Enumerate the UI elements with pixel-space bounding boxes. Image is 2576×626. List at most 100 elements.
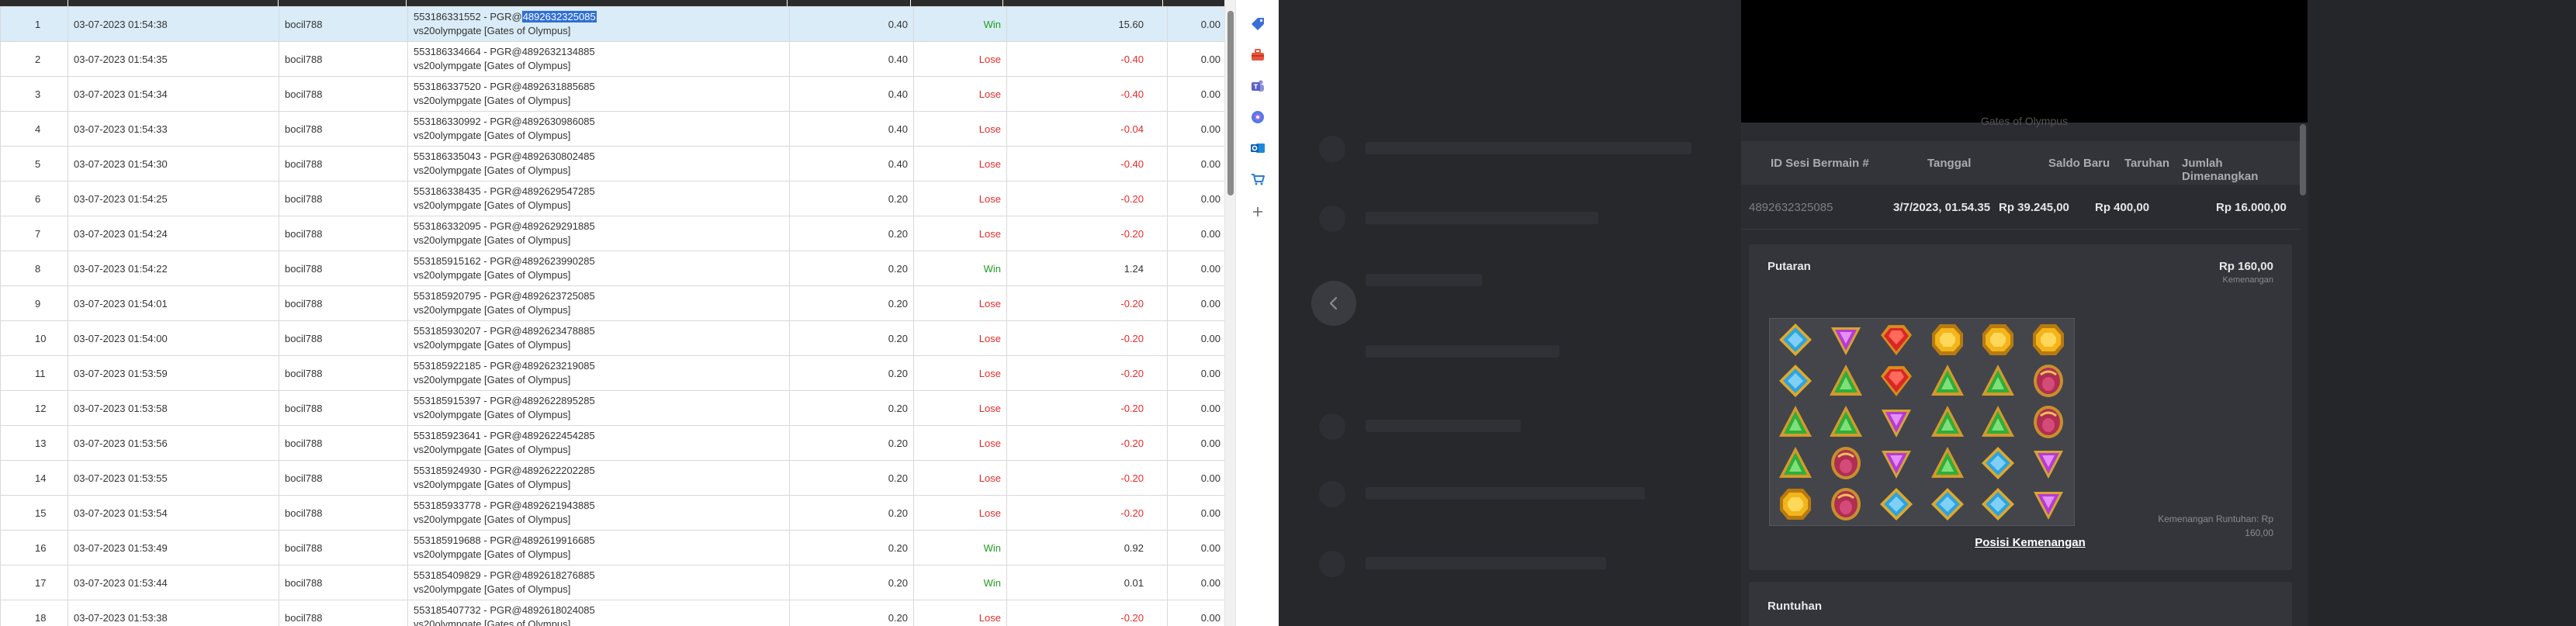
green-gem-icon	[1770, 401, 1820, 442]
row-round-id[interactable]: 4892618276885	[522, 569, 595, 581]
row-round-id[interactable]: 4892630986085	[522, 116, 595, 127]
row-ticket: 553186338435 - PGR@	[414, 185, 522, 197]
row-date: 03-07-2023 01:54:22	[68, 251, 279, 286]
cart-icon[interactable]	[1249, 171, 1266, 188]
background-text	[1366, 212, 1598, 224]
row-description[interactable]: 553185920795 - PGR@4892623725085 vs20olym…	[407, 285, 790, 321]
row-username: bocil788	[279, 216, 408, 251]
session-row[interactable]: 4892632325085 3/7/2023, 01.54.35 Rp 39.2…	[1741, 185, 2300, 230]
row-game: vs20olympgate [Gates of Olympus]	[414, 444, 571, 455]
row-description[interactable]: 553185924930 - PGR@4892622202285 vs20olym…	[407, 460, 790, 496]
row-round-id[interactable]: 4892623990285	[522, 255, 595, 267]
table-row[interactable]: 9 03-07-2023 01:54:01 bocil788 553185920795…	[0, 285, 1227, 321]
row-round-id[interactable]: 4892632134885	[522, 46, 595, 57]
purple-gem-icon	[2024, 484, 2074, 525]
row-description[interactable]: 553185409829 - PGR@4892618276885 vs20olym…	[407, 565, 790, 600]
row-description[interactable]: 553186335043 - PGR@4892630802485 vs20olym…	[407, 146, 790, 182]
row-date: 03-07-2023 01:54:38	[68, 6, 279, 42]
row-description[interactable]: 553185915162 - PGR@4892623990285 vs20olym…	[407, 251, 790, 286]
table-row[interactable]: 3 03-07-2023 01:54:34 bocil788 553186337520…	[0, 76, 1227, 112]
row-round-id[interactable]: 4892621943885	[522, 500, 595, 511]
spin-amount: Rp 160,00	[2218, 260, 2273, 273]
svg-text:T: T	[1254, 84, 1259, 91]
row-winloss: 1.24	[1006, 251, 1168, 286]
row-description[interactable]: 553185933778 - PGR@4892621943885 vs20olym…	[407, 495, 790, 531]
table-row[interactable]: 18 03-07-2023 01:53:38 bocil788 55318540773…	[0, 600, 1227, 626]
row-round-id[interactable]: 4892630802485	[522, 150, 595, 162]
row-round-id[interactable]: 4892622895285	[522, 395, 595, 406]
column-bet: Taruhan	[2124, 157, 2170, 170]
table-row[interactable]: 5 03-07-2023 01:54:30 bocil788 553186335043…	[0, 146, 1227, 182]
row-round-id[interactable]: 4892619916685	[522, 534, 595, 546]
row-description[interactable]: 553185915397 - PGR@4892622895285 vs20olym…	[407, 390, 790, 426]
background-text	[1366, 420, 1521, 432]
row-round-id[interactable]: 4892622202285	[522, 465, 595, 476]
row-round-id[interactable]: 4892629547285	[522, 185, 595, 197]
table-row[interactable]: 17 03-07-2023 01:53:44 bocil788 55318540982…	[0, 565, 1227, 600]
row-description[interactable]: 553186332095 - PGR@4892629291885 vs20olym…	[407, 216, 790, 251]
table-row[interactable]: 13 03-07-2023 01:53:56 bocil788 55318592364…	[0, 425, 1227, 461]
table-row[interactable]: 15 03-07-2023 01:53:54 bocil788 55318593377…	[0, 495, 1227, 531]
row-description[interactable]: 553186338435 - PGR@4892629547285 vs20olym…	[407, 181, 790, 216]
row-description[interactable]: 553185919688 - PGR@4892619916685 vs20olym…	[407, 530, 790, 565]
row-description[interactable]: 553186337520 - PGR@4892631885685 vs20olym…	[407, 76, 790, 112]
copilot-icon[interactable]	[1249, 109, 1266, 126]
teams-icon[interactable]: T	[1249, 78, 1266, 95]
row-jackpot: 0.00	[1167, 600, 1227, 626]
chalice-icon	[2024, 360, 2074, 401]
plus-icon[interactable]	[1249, 203, 1266, 220]
row-round-id[interactable]: 4892623219085	[522, 360, 595, 372]
history-scrollbar-thumb[interactable]	[2300, 124, 2306, 195]
row-round-id[interactable]: 4892623478885	[522, 325, 595, 337]
purple-gem-icon	[1871, 443, 1922, 484]
blue-gem-icon	[1972, 484, 2023, 525]
table-row[interactable]: 2 03-07-2023 01:54:35 bocil788 553186334664…	[0, 41, 1227, 77]
row-description[interactable]: 553186330992 - PGR@4892630986085 vs20olym…	[407, 111, 790, 147]
row-game: vs20olympgate [Gates of Olympus]	[414, 164, 571, 176]
blue-gem-icon	[1922, 484, 1972, 525]
row-bet: 0.20	[789, 495, 914, 531]
row-round-id[interactable]: 4892632325085	[521, 11, 597, 22]
row-description[interactable]: 553186334664 - PGR@4892632134885 vs20olym…	[407, 41, 790, 77]
row-bet: 0.20	[789, 251, 914, 286]
previous-button[interactable]	[1311, 281, 1356, 326]
row-round-id[interactable]: 4892622454285	[522, 430, 595, 441]
row-description[interactable]: 553185922185 - PGR@4892623219085 vs20olym…	[407, 355, 790, 391]
row-round-id[interactable]: 4892623725085	[522, 290, 595, 302]
table-row[interactable]: 6 03-07-2023 01:54:25 bocil788 553186338435…	[0, 181, 1227, 216]
table-row[interactable]: 14 03-07-2023 01:53:55 bocil788 55318592493…	[0, 460, 1227, 496]
row-round-id[interactable]: 4892629291885	[522, 220, 595, 232]
table-row[interactable]: 1 03-07-2023 01:54:38 bocil788 553186331552…	[0, 6, 1227, 42]
grid-scrollbar[interactable]	[1224, 0, 1235, 626]
row-result: Lose	[913, 390, 1007, 426]
row-username: bocil788	[279, 460, 408, 496]
row-round-id[interactable]: 4892618024085	[522, 604, 595, 616]
row-round-id[interactable]: 4892631885685	[522, 81, 595, 92]
outlook-icon[interactable]	[1249, 140, 1266, 157]
row-description[interactable]: 553185407732 - PGR@4892618024085 vs20olym…	[407, 600, 790, 626]
table-row[interactable]: 16 03-07-2023 01:53:49 bocil788 55318591968…	[0, 530, 1227, 565]
win-positions-link[interactable]: Posisi Kemenangan	[1974, 536, 2086, 549]
toolbox-icon[interactable]	[1249, 47, 1266, 64]
row-winloss: 0.01	[1006, 565, 1168, 600]
row-description[interactable]: 553185930207 - PGR@4892623478885 vs20olym…	[407, 320, 790, 356]
grid-scrollbar-thumb[interactable]	[1227, 11, 1234, 195]
green-gem-icon	[1972, 401, 2023, 442]
row-date: 03-07-2023 01:54:00	[68, 320, 279, 356]
table-row[interactable]: 8 03-07-2023 01:54:22 bocil788 553185915162…	[0, 251, 1227, 286]
table-row[interactable]: 4 03-07-2023 01:54:33 bocil788 553186330992…	[0, 111, 1227, 147]
table-row[interactable]: 11 03-07-2023 01:53:59 bocil788 55318592218…	[0, 355, 1227, 391]
row-bet: 0.20	[789, 285, 914, 321]
row-description[interactable]: 553185923641 - PGR@4892622454285 vs20olym…	[407, 425, 790, 461]
row-number: 18	[0, 600, 68, 626]
table-row[interactable]: 7 03-07-2023 01:54:24 bocil788 553186332095…	[0, 216, 1227, 251]
table-row[interactable]: 12 03-07-2023 01:53:58 bocil788 55318591539…	[0, 390, 1227, 426]
row-description[interactable]: 553186331552 - PGR@4892632325085 vs20olym…	[407, 6, 790, 42]
row-result: Lose	[913, 76, 1007, 112]
table-row[interactable]: 10 03-07-2023 01:54:00 bocil788 55318593020…	[0, 320, 1227, 356]
gold-gem-icon	[2024, 319, 2074, 360]
tag-icon[interactable]	[1249, 16, 1266, 33]
session-won: Rp 16.000,00	[2216, 201, 2287, 214]
row-date: 03-07-2023 01:53:38	[68, 600, 279, 626]
row-jackpot: 0.00	[1167, 495, 1227, 531]
